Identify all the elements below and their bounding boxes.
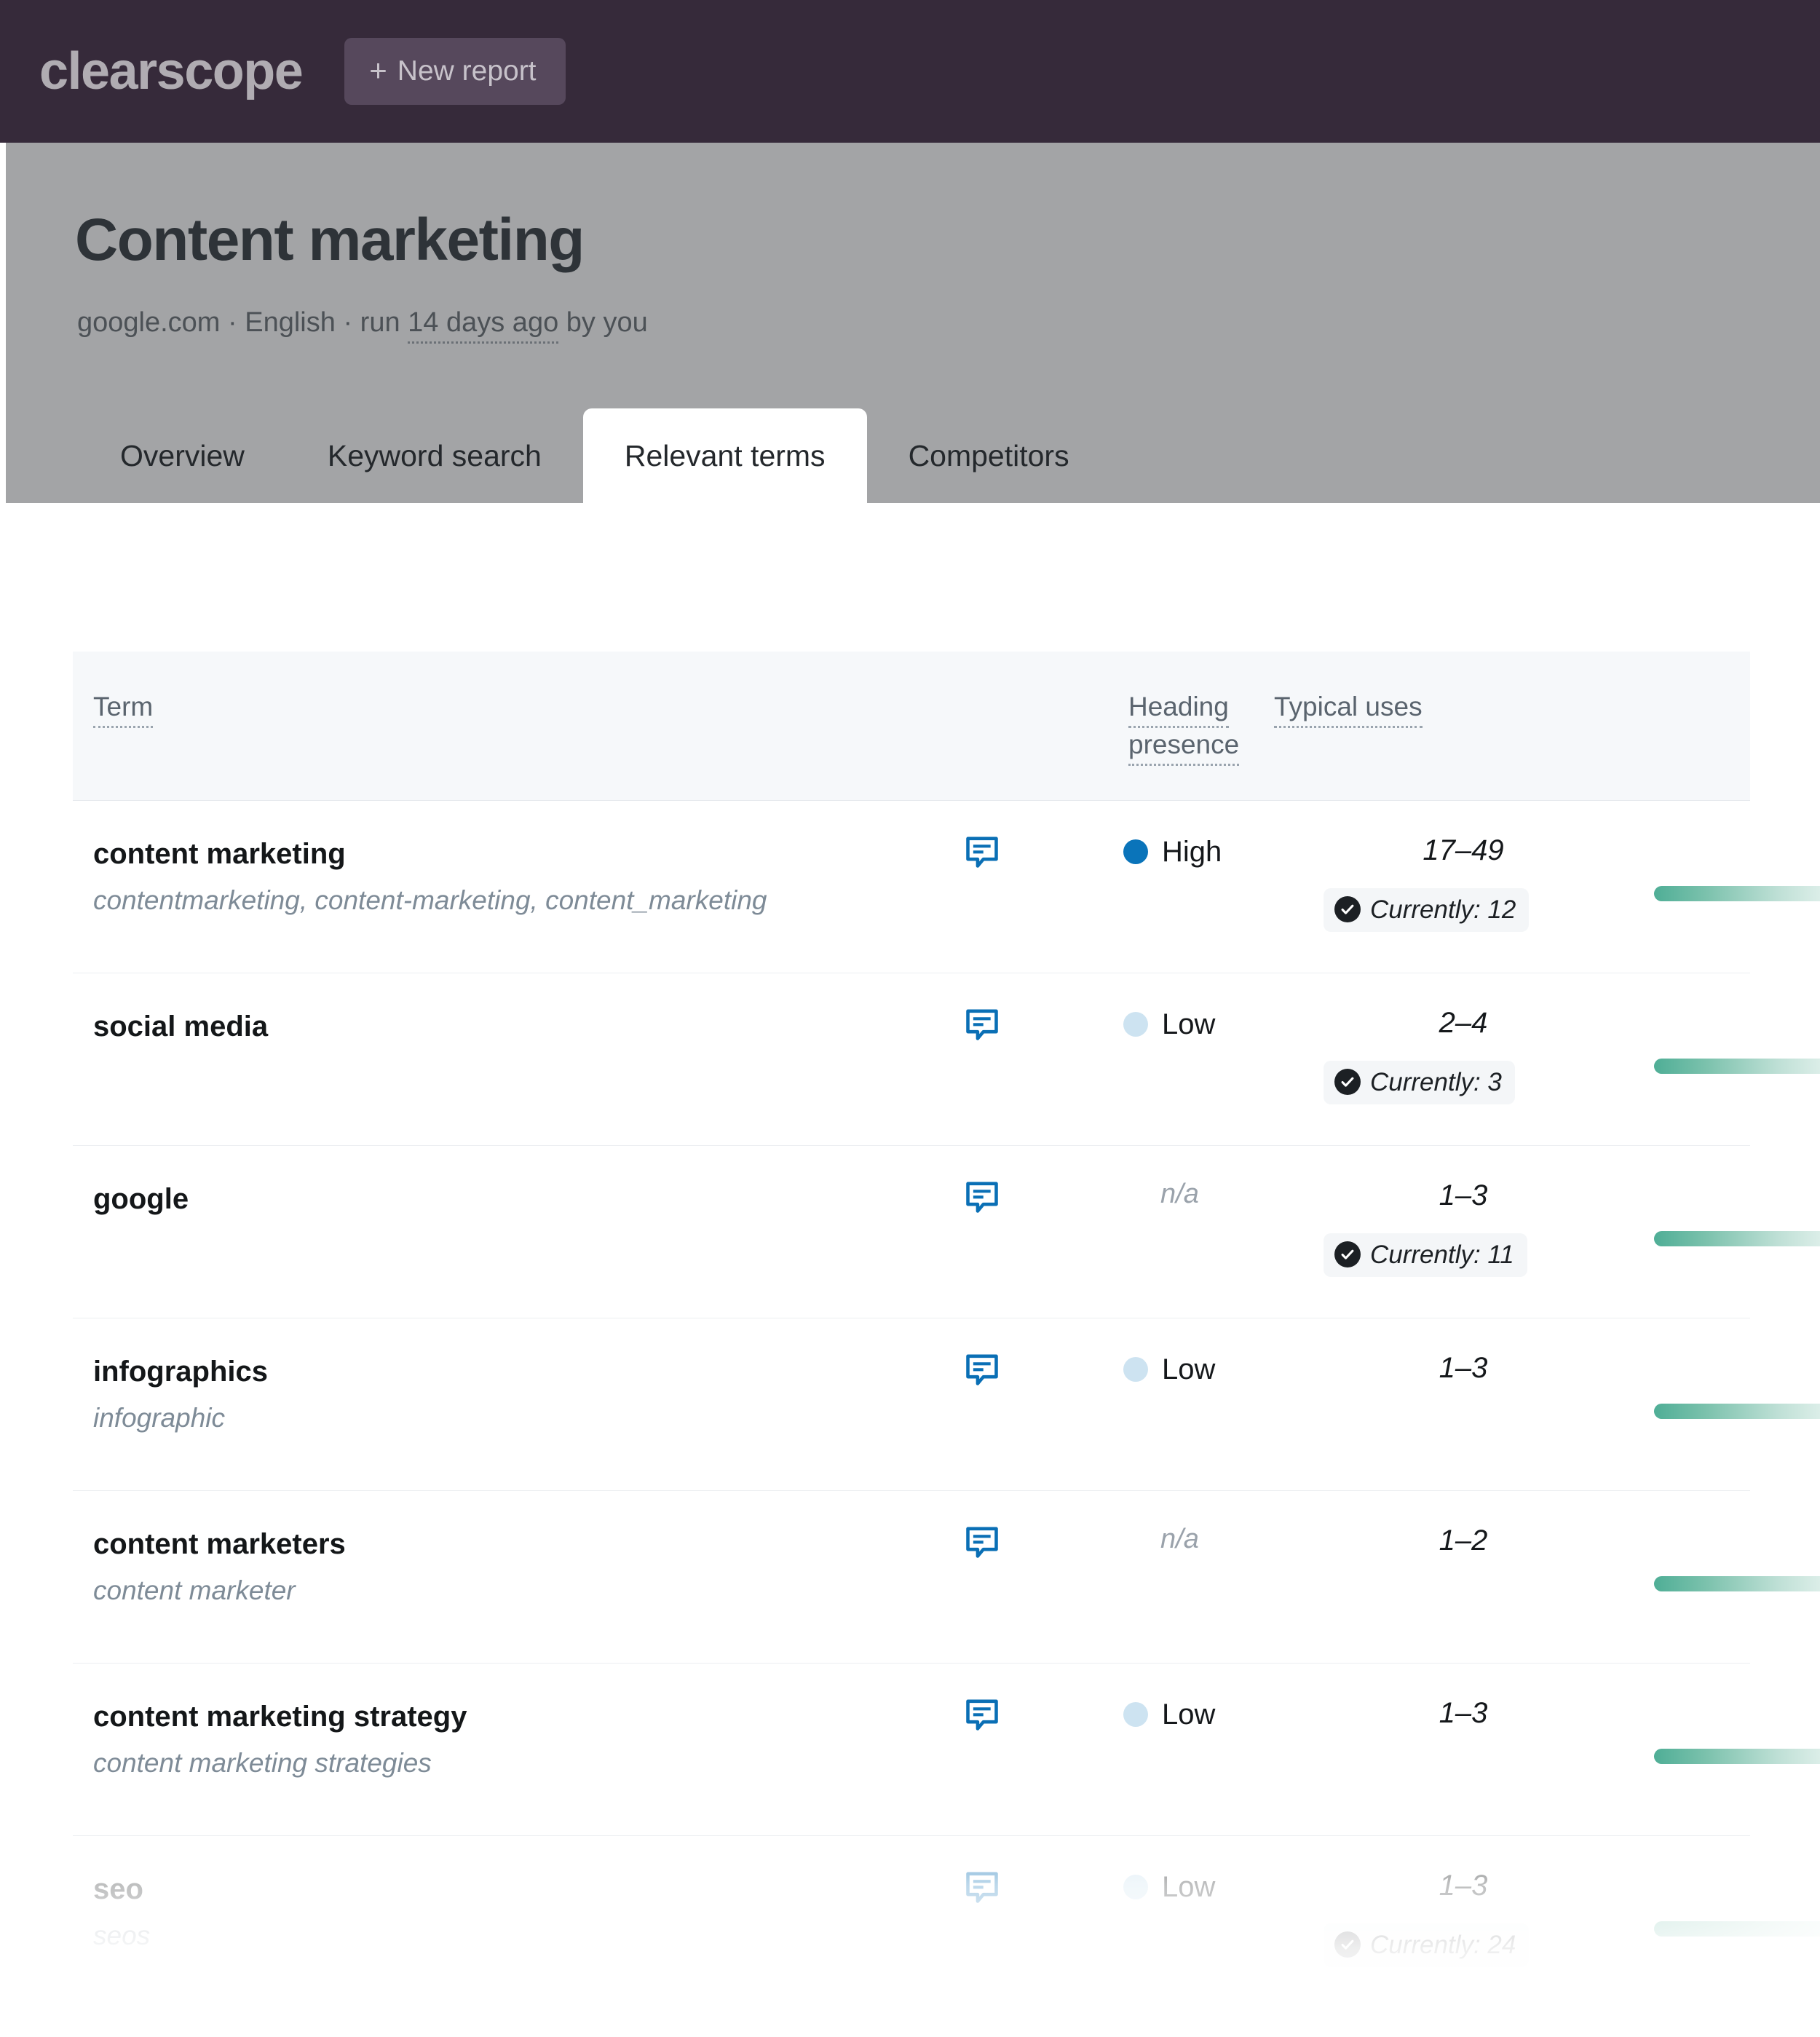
tab-competitors[interactable]: Competitors <box>867 408 1111 503</box>
table-row[interactable]: google n/a 1–3 Currently: 11 <box>73 1146 1820 1318</box>
table-header-row: Term Heading presence Typical uses <box>73 652 1750 801</box>
table-body: content marketing contentmarketing, conte… <box>73 801 1820 2009</box>
relevant-terms-table: Term Heading presence Typical uses conte… <box>73 652 1820 2009</box>
current-usage-label: Currently: 12 <box>1370 895 1516 924</box>
term-name: content marketing <box>93 838 346 870</box>
current-usage-badge: Currently: 24 <box>1324 1923 1530 1967</box>
table-row[interactable]: content marketing strategy content market… <box>73 1664 1820 1836</box>
heading-presence-dot-icon <box>1123 1702 1148 1727</box>
table-row[interactable]: content marketing contentmarketing, conte… <box>73 801 1820 973</box>
check-circle-icon <box>1334 896 1361 922</box>
heading-presence-dot-icon <box>1123 1357 1148 1382</box>
column-header-heading-line1: Heading <box>1128 690 1229 729</box>
plus-icon: + <box>369 53 387 87</box>
comment-icon[interactable] <box>962 1696 1002 1733</box>
heading-presence-value: n/a <box>1160 1179 1199 1209</box>
table-row[interactable]: infographics infographic Low 1–3 <box>73 1318 1820 1491</box>
heading-presence-value: Low <box>1162 1698 1216 1731</box>
comment-icon[interactable] <box>962 1005 1002 1043</box>
tab-keyword-search[interactable]: Keyword search <box>286 408 583 503</box>
current-usage-label: Currently: 24 <box>1370 1930 1516 1959</box>
column-header-term[interactable]: Term <box>93 690 154 729</box>
heading-presence-cell: Low <box>1123 1005 1305 1043</box>
heading-presence-dot-icon <box>1123 839 1148 864</box>
comment-icon[interactable] <box>962 1178 1002 1216</box>
comment-icon[interactable] <box>962 833 1002 871</box>
relevance-bar <box>1654 886 1820 901</box>
column-header-typical-uses[interactable]: Typical uses <box>1274 690 1423 729</box>
term-name: infographics <box>93 1356 269 1388</box>
typical-uses-range: 17–49 <box>1423 834 1504 866</box>
table-row[interactable]: seo seos Low 1–3 Currently: 24 <box>73 1836 1820 2009</box>
typical-uses-range: 1–2 <box>1439 1524 1488 1557</box>
heading-presence-value: Low <box>1162 1353 1216 1385</box>
tab-overview[interactable]: Overview <box>79 408 286 503</box>
heading-presence-cell: Low <box>1123 1696 1305 1733</box>
comment-icon[interactable] <box>962 1868 1002 1906</box>
new-report-button[interactable]: + New report <box>344 38 566 105</box>
term-synonyms: contentmarketing, content-marketing, con… <box>93 885 767 915</box>
term-synonyms: infographic <box>93 1403 226 1433</box>
meta-separator-2: · <box>335 307 360 338</box>
typical-uses-range: 1–3 <box>1439 1179 1488 1211</box>
clearscope-logo[interactable]: clearscope <box>39 45 304 98</box>
term-name: social media <box>93 1010 269 1043</box>
comment-icon[interactable] <box>962 1523 1002 1561</box>
comment-icon[interactable] <box>962 1350 1002 1388</box>
typical-uses-range: 2–4 <box>1439 1007 1488 1039</box>
heading-presence-dot-icon <box>1123 1012 1148 1037</box>
heading-presence-cell: Low <box>1123 1350 1305 1388</box>
term-synonyms: content marketing strategies <box>93 1748 432 1778</box>
typical-uses-range: 1–3 <box>1439 1352 1488 1384</box>
check-circle-icon <box>1334 1069 1361 1095</box>
term-name: content marketers <box>93 1528 346 1560</box>
current-usage-label: Currently: 3 <box>1370 1067 1502 1096</box>
term-synonyms: content marketer <box>93 1575 296 1605</box>
typical-uses-range: 1–3 <box>1439 1870 1488 1902</box>
new-report-label: New report <box>397 55 537 87</box>
current-usage-label: Currently: 11 <box>1370 1240 1514 1269</box>
check-circle-icon <box>1334 1931 1361 1958</box>
term-name: seo <box>93 1873 143 1905</box>
report-tabs: Overview Keyword search Relevant terms C… <box>79 408 1111 503</box>
term-synonyms: seos <box>93 1921 151 1950</box>
heading-presence-cell: Low <box>1123 1868 1305 1906</box>
typical-uses-range: 1–3 <box>1439 1697 1488 1729</box>
report-header: Content marketing google.com · English ·… <box>6 143 1820 503</box>
column-header-term-label: Term <box>93 690 154 729</box>
current-usage-badge: Currently: 11 <box>1324 1233 1527 1277</box>
relevance-bar <box>1654 1921 1820 1937</box>
current-usage-badge: Currently: 12 <box>1324 888 1530 932</box>
page-title: Content marketing <box>75 207 585 273</box>
table-row[interactable]: content marketers content marketer n/a 1–2 <box>73 1491 1820 1664</box>
current-usage-badge: Currently: 3 <box>1324 1061 1515 1104</box>
table-row[interactable]: social media Low 2–4 Currently: 3 <box>73 973 1820 1146</box>
heading-presence-cell: High <box>1123 833 1305 871</box>
relevance-bar <box>1654 1059 1820 1074</box>
tab-relevant-terms[interactable]: Relevant terms <box>582 408 867 503</box>
heading-presence-dot-icon <box>1123 1875 1148 1899</box>
report-meta-run-suffix: by you <box>558 307 648 338</box>
heading-presence-value: n/a <box>1160 1524 1199 1554</box>
heading-presence-value: Low <box>1162 1871 1216 1903</box>
top-navigation-bar: clearscope + New report <box>0 0 1820 143</box>
relevance-bar <box>1654 1404 1820 1419</box>
column-header-heading-presence[interactable]: Heading presence <box>1128 690 1296 767</box>
report-meta-language: English <box>245 307 336 338</box>
relevance-bar <box>1654 1231 1820 1246</box>
check-circle-icon <box>1334 1241 1361 1267</box>
report-meta-run-prefix: run <box>360 307 408 338</box>
term-name: google <box>93 1183 189 1215</box>
report-meta-run-age[interactable]: 14 days ago <box>408 307 559 344</box>
term-name: content marketing strategy <box>93 1701 467 1733</box>
column-header-typical-uses-label: Typical uses <box>1274 690 1423 729</box>
report-meta-domain: google.com <box>77 307 221 338</box>
report-meta: google.com · English · run 14 days ago b… <box>77 307 648 344</box>
heading-presence-value: High <box>1162 836 1222 868</box>
meta-separator-1: · <box>220 307 245 338</box>
column-header-heading-line2: presence <box>1128 728 1240 767</box>
relevance-bar <box>1654 1749 1820 1764</box>
relevance-bar <box>1654 1576 1820 1591</box>
heading-presence-value: Low <box>1162 1008 1216 1040</box>
